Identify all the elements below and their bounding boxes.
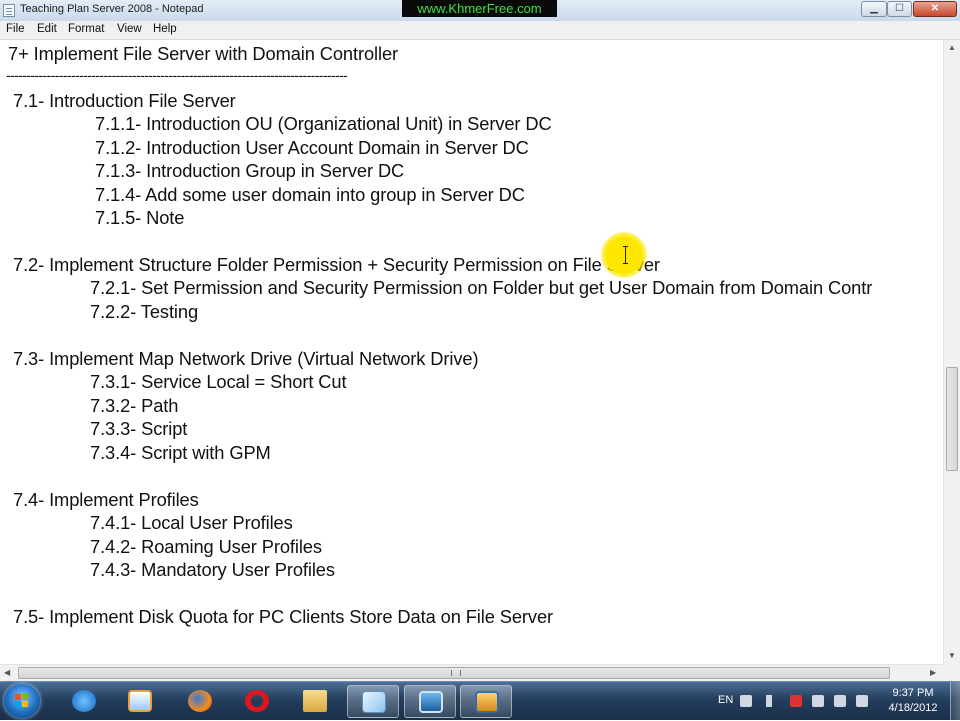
virtualbox-icon[interactable]: [460, 685, 512, 718]
clock-time: 9:37 PM: [892, 687, 934, 699]
media-player-icon[interactable]: [114, 685, 166, 718]
internet-explorer-icon[interactable]: [58, 685, 110, 718]
notepad-icon[interactable]: [347, 685, 399, 718]
horizontal-scrollbar[interactable]: ◀ ▶: [0, 664, 943, 681]
vertical-scrollbar[interactable]: ▲ ▼: [943, 40, 960, 664]
opera-icon[interactable]: [231, 685, 283, 718]
windows-logo-icon: [15, 694, 29, 708]
text-line: 7.4.2- Roaming User Profiles: [90, 536, 322, 557]
text-line: 7.2.2- Testing: [90, 301, 199, 322]
text-line: 7.1.5- Note: [95, 207, 185, 228]
horizontal-scroll-thumb[interactable]: [18, 667, 890, 679]
remote-desktop-icon[interactable]: [404, 685, 456, 718]
text-line: 7.1.3- Introduction Group in Server DC: [95, 160, 405, 181]
firefox-icon[interactable]: [174, 685, 226, 718]
text-line: 7.1.4- Add some user domain into group i…: [95, 184, 525, 205]
vertical-scroll-thumb[interactable]: [946, 367, 958, 471]
start-button[interactable]: [4, 684, 40, 718]
menu-view[interactable]: View: [117, 23, 142, 35]
size-grip[interactable]: [943, 664, 960, 681]
text-line: 7.1.1- Introduction OU (Organizational U…: [95, 113, 552, 134]
text-line: 7.5- Implement Disk Quota for PC Clients…: [13, 606, 554, 627]
show-desktop-button[interactable]: [950, 682, 960, 721]
text-editor-area[interactable]: 7+ Implement File Server with Domain Con…: [0, 40, 943, 664]
windows-explorer-icon[interactable]: [289, 685, 341, 718]
scroll-right-arrow-icon[interactable]: ▶: [930, 668, 936, 677]
text-line: 7+ Implement File Server with Domain Con…: [8, 43, 399, 64]
menu-bar: File Edit Format View Help: [0, 21, 960, 40]
ibeam-cursor-icon: [623, 246, 628, 264]
text-line: 7.4.1- Local User Profiles: [90, 512, 293, 533]
menu-edit[interactable]: Edit: [37, 23, 57, 35]
notepad-app-icon[interactable]: [3, 4, 15, 17]
text-line: 7.1- Introduction File Server: [13, 90, 236, 111]
text-line: 7.4.3- Mandatory User Profiles: [90, 559, 335, 580]
text-line: 7.4- Implement Profiles: [13, 489, 199, 510]
text-line: 7.3- Implement Map Network Drive (Virtua…: [13, 348, 479, 369]
network-icon[interactable]: [834, 695, 846, 707]
scroll-grip-icon: [451, 670, 461, 676]
minimize-button[interactable]: ▁: [861, 1, 887, 17]
text-line: 7.3.1- Service Local = Short Cut: [90, 371, 347, 392]
text-line: 7.1.2- Introduction User Account Domain …: [95, 137, 529, 158]
text-line: 7.3.2- Path: [90, 395, 179, 416]
scroll-down-arrow-icon[interactable]: ▼: [948, 651, 956, 660]
menu-format[interactable]: Format: [68, 23, 104, 35]
menu-file[interactable]: File: [6, 23, 25, 35]
clock[interactable]: 9:37 PM 4/18/2012: [878, 686, 948, 716]
menu-help[interactable]: Help: [153, 23, 177, 35]
taskbar: EN 9:37 PM 4/18/2012: [0, 681, 960, 721]
text-line: 7.3.3- Script: [90, 418, 188, 439]
watermark-banner: www.KhmerFree.com: [402, 0, 557, 17]
volume-icon[interactable]: [856, 695, 868, 707]
tray-app-icon[interactable]: [790, 695, 802, 707]
text-line: 7.3.4- Script with GPM: [90, 442, 271, 463]
maximize-button[interactable]: ☐: [887, 1, 912, 17]
keyboard-icon[interactable]: [740, 695, 752, 707]
window-title: Teaching Plan Server 2008 - Notepad: [20, 3, 204, 15]
text-line: 7.2.1- Set Permission and Security Permi…: [90, 277, 873, 298]
scroll-up-arrow-icon[interactable]: ▲: [948, 43, 956, 52]
language-indicator[interactable]: EN: [718, 694, 733, 706]
text-line: 7.2- Implement Structure Folder Permissi…: [13, 254, 660, 275]
title-bar[interactable]: Teaching Plan Server 2008 - Notepad www.…: [0, 0, 960, 22]
show-hidden-icons-icon[interactable]: [766, 695, 772, 707]
close-button[interactable]: ✕: [913, 1, 957, 17]
clock-date: 4/18/2012: [888, 702, 938, 714]
action-center-icon[interactable]: [812, 695, 824, 707]
divider-line: ----------------------------------------…: [6, 67, 348, 83]
scroll-left-arrow-icon[interactable]: ◀: [4, 668, 10, 677]
